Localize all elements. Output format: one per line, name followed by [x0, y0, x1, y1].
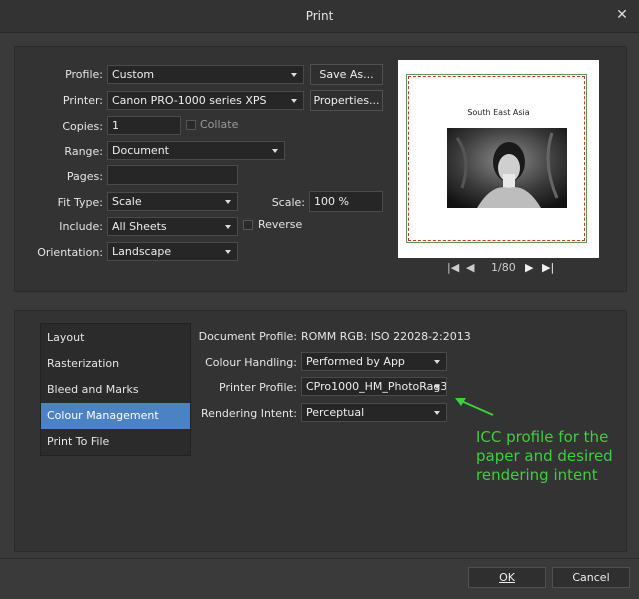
- include-label: Include:: [59, 220, 103, 233]
- printer-label: Printer:: [62, 94, 103, 107]
- reverse-checkbox[interactable]: [243, 220, 253, 230]
- next-page-icon[interactable]: ▶: [525, 261, 533, 274]
- scale-label: Scale:: [271, 196, 305, 209]
- close-icon[interactable]: ✕: [613, 6, 631, 24]
- sidebar-item-bleed-and-marks[interactable]: Bleed and Marks: [41, 377, 190, 403]
- cancel-button[interactable]: Cancel: [552, 567, 630, 588]
- printer-profile-dropdown[interactable]: CPro1000_HM_PhotoRag3: [301, 377, 447, 396]
- properties-button[interactable]: Properties...: [310, 90, 383, 111]
- prev-page-icon[interactable]: ◀: [466, 261, 474, 274]
- save-as-button[interactable]: Save As...: [310, 64, 383, 85]
- title-bar: Print ✕: [0, 0, 639, 33]
- annotation-arrow-icon: [455, 398, 494, 416]
- range-dropdown[interactable]: Document: [107, 141, 285, 160]
- pages-label: Pages:: [66, 170, 103, 183]
- window-title: Print: [305, 9, 334, 23]
- sidebar-item-colour-management[interactable]: Colour Management: [41, 403, 190, 429]
- sidebar-item-rasterization[interactable]: Rasterization: [41, 351, 190, 377]
- fit-type-dropdown[interactable]: Scale: [107, 192, 238, 211]
- reverse-label: Reverse: [258, 218, 303, 231]
- range-label: Range:: [64, 145, 103, 158]
- page-indicator: 1/80: [491, 261, 516, 274]
- printer-profile-label: Printer Profile:: [219, 381, 297, 394]
- orientation-label: Orientation:: [37, 246, 103, 259]
- scale-input[interactable]: 100 %: [309, 191, 383, 212]
- rendering-intent-label: Rendering Intent:: [201, 407, 297, 420]
- profile-label: Profile:: [65, 68, 103, 81]
- collate-checkbox[interactable]: [186, 120, 196, 130]
- preview-page-title: South East Asia: [467, 108, 530, 117]
- first-page-icon[interactable]: |◀: [447, 261, 459, 274]
- sidebar-item-print-to-file[interactable]: Print To File: [41, 429, 190, 455]
- copies-label: Copies:: [62, 120, 103, 133]
- preview-photo: [447, 128, 567, 208]
- ok-button[interactable]: OK: [468, 567, 546, 588]
- colour-handling-label: Colour Handling:: [205, 356, 297, 369]
- orientation-dropdown[interactable]: Landscape: [107, 242, 238, 261]
- document-profile-value: ROMM RGB: ISO 22028-2:2013: [301, 330, 471, 343]
- footer-divider: [0, 558, 639, 559]
- sidebar-item-layout[interactable]: Layout: [41, 325, 190, 351]
- include-dropdown[interactable]: All Sheets: [107, 217, 238, 236]
- pages-input[interactable]: [107, 165, 238, 185]
- colour-handling-dropdown[interactable]: Performed by App: [301, 352, 447, 371]
- collate-label: Collate: [200, 118, 239, 131]
- options-sidebar: Layout Rasterization Bleed and Marks Col…: [40, 323, 191, 456]
- print-preview: South East Asia: [398, 60, 599, 258]
- document-profile-label: Document Profile:: [198, 330, 297, 343]
- last-page-icon[interactable]: ▶|: [542, 261, 554, 274]
- fit-type-label: Fit Type:: [57, 196, 103, 209]
- annotation-note: ICC profile for the paper and desired re…: [476, 428, 613, 484]
- copies-input[interactable]: 1: [107, 116, 181, 135]
- printer-dropdown[interactable]: Canon PRO-1000 series XPS: [107, 91, 304, 110]
- profile-dropdown[interactable]: Custom: [107, 65, 304, 84]
- rendering-intent-dropdown[interactable]: Perceptual: [301, 403, 447, 422]
